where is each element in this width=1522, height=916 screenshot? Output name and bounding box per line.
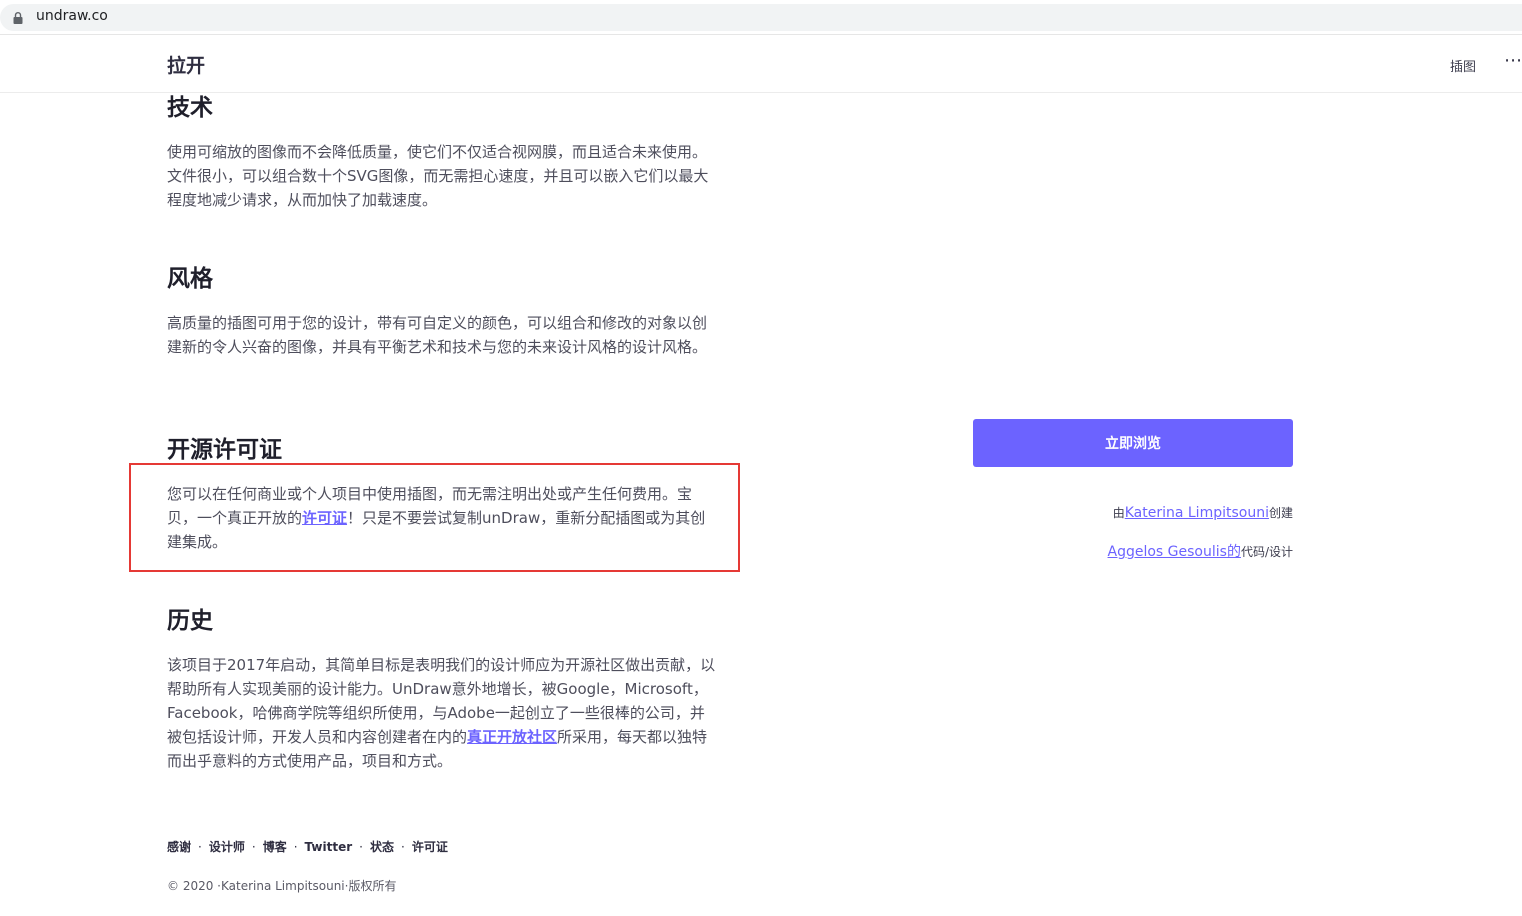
section-heading-license: 开源许可证: [167, 437, 282, 463]
footer-nav: 感谢 · 设计师 · 博客 · Twitter · 状态 · 许可证: [167, 838, 448, 855]
open-community-link[interactable]: 真正开放社区: [467, 728, 557, 746]
footer-separator: ·: [359, 840, 363, 854]
footer-separator: ·: [198, 840, 202, 854]
footer-separator: ·: [293, 840, 298, 854]
code-design-credit: Aggelos Gesoulis的代码/设计: [1108, 541, 1293, 561]
highlight-annotation-box: [129, 463, 740, 572]
lock-icon: [13, 12, 23, 24]
footer-link-thanks[interactable]: 感谢: [167, 840, 191, 854]
footer-link-twitter[interactable]: Twitter: [305, 840, 353, 854]
section-heading-style: 风格: [167, 266, 213, 292]
browser-address-bar: undraw.co: [0, 0, 1522, 35]
copyright-text: © 2020 ·Katerina Limpitsouni·版权所有: [167, 879, 397, 893]
nav-illustrations-link[interactable]: 插图: [1450, 56, 1476, 75]
creator-link[interactable]: Katerina Limpitsouni: [1125, 505, 1269, 521]
section-body-tech: 使用可缩放的图像而不会降低质量，使它们不仅适合视网膜，而且适合未来使用。文件很小…: [167, 143, 709, 209]
footer-link-license[interactable]: 许可证: [412, 840, 448, 854]
footer-link-designers[interactable]: 设计师: [209, 840, 245, 854]
footer-separator: ·: [251, 840, 256, 854]
creator-credit: 由Katerina Limpitsouni创建: [1113, 504, 1293, 521]
section-body-history: 该项目于2017年启动，其简单目标是表明我们的设计师应为开源社区做出贡献，以帮助…: [167, 653, 717, 773]
section-heading-tech: 技术: [167, 95, 213, 121]
section-body-style: 高质量的插图可用于您的设计，带有可自定义的颜色，可以组合和修改的对象以创建新的令…: [167, 314, 708, 356]
footer-separator: ·: [400, 840, 405, 854]
developer-link[interactable]: Aggelos Gesoulis的: [1108, 544, 1241, 560]
footer-link-status[interactable]: 状态: [370, 840, 394, 854]
browse-now-button[interactable]: 立即浏览: [973, 419, 1293, 467]
brand-logo[interactable]: 拉开: [167, 51, 205, 78]
site-header: 拉开 插图 ⋯: [0, 37, 1522, 93]
credit1-suffix: 创建: [1268, 506, 1293, 520]
more-menu-icon[interactable]: ⋯: [1504, 50, 1522, 71]
credit2-suffix: 代码/设计: [1240, 545, 1293, 559]
url-field[interactable]: undraw.co: [0, 4, 1522, 31]
url-text: undraw.co: [36, 8, 108, 24]
section-heading-history: 历史: [167, 608, 213, 634]
footer-link-blog[interactable]: 博客: [263, 840, 287, 854]
credit1-prefix: 由: [1112, 506, 1125, 520]
